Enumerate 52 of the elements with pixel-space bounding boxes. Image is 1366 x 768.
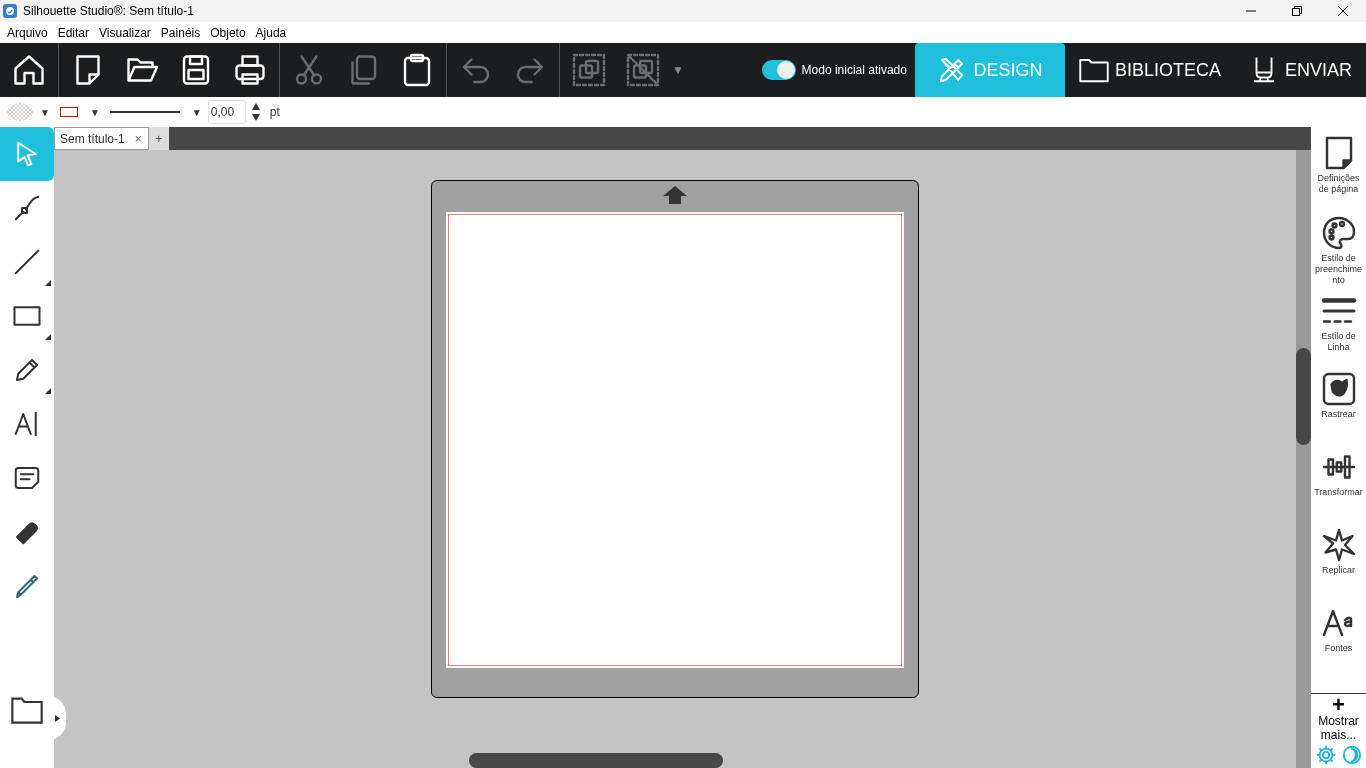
line-width-field[interactable]: 0,00 <box>207 100 246 124</box>
folder-icon[interactable] <box>11 696 43 724</box>
document-tab[interactable]: Sem título-1 × <box>54 127 149 150</box>
line-icon <box>12 247 42 277</box>
submenu-corner-icon <box>45 388 51 394</box>
palette-icon <box>1320 215 1357 251</box>
mode-toggle[interactable] <box>761 60 796 80</box>
toggle-label: Modo inicial ativado <box>801 62 907 79</box>
nav-tab[interactable]: BIBLIOTECA <box>1064 43 1235 97</box>
panel-button[interactable]: Rastrear <box>1311 363 1366 441</box>
spinner-arrows-icon[interactable] <box>251 102 260 122</box>
plus-icon[interactable]: + <box>1332 696 1345 714</box>
node-edit-icon <box>12 193 42 223</box>
close-icon <box>1338 6 1348 16</box>
group-icon <box>571 52 607 88</box>
restore-icon <box>1292 6 1302 16</box>
stroke-color-swatch[interactable] <box>59 107 78 117</box>
show-more-link[interactable]: Mostrar mais... <box>1311 714 1366 742</box>
ungroup-icon <box>625 52 661 88</box>
window-title: Silhouette Studio®: Sem título-1 <box>23 3 194 20</box>
panel-button[interactable]: Replicar <box>1311 519 1366 597</box>
app-logo-icon <box>3 4 17 18</box>
dropdown-arrow[interactable]: ▼ <box>672 61 684 79</box>
nav-tab[interactable]: ENVIAR <box>1234 43 1366 97</box>
menu-item[interactable]: Painéis <box>155 23 206 42</box>
dropdown-arrow[interactable]: ▼ <box>40 104 50 120</box>
horizontal-scrollbar-thumb[interactable] <box>469 753 723 768</box>
vertical-scrollbar-thumb[interactable] <box>1296 348 1311 445</box>
menu-item[interactable]: Editar <box>52 23 95 42</box>
new-tab-button[interactable]: + <box>148 127 169 150</box>
print-icon <box>232 52 268 88</box>
panel-button[interactable]: Definições de página <box>1311 127 1366 207</box>
panel-button[interactable]: Fontes <box>1311 597 1366 675</box>
home-icon <box>11 52 47 88</box>
dropdown-arrow[interactable]: ▼ <box>89 104 100 120</box>
dropdown-arrow[interactable]: ▼ <box>191 104 202 120</box>
menu-item[interactable]: Objeto <box>205 23 251 42</box>
unit-label: pt <box>269 104 280 121</box>
panel-button[interactable]: Estilo de Linha <box>1311 285 1366 363</box>
expand-arrow-icon <box>54 714 60 722</box>
trace-icon <box>1320 371 1357 407</box>
menu-item[interactable]: Visualizar <box>94 23 156 42</box>
menu-item[interactable]: Ajuda <box>250 23 292 42</box>
panel-button[interactable]: Transformar <box>1311 441 1366 519</box>
submenu-corner-icon <box>45 280 51 286</box>
menu-item[interactable]: Arquivo <box>2 23 53 42</box>
star-icon <box>1320 527 1357 563</box>
tab-close-button[interactable]: × <box>134 129 142 148</box>
tab-title: Sem título-1 <box>60 130 125 148</box>
panel-button[interactable]: Estilo de preenchimento <box>1311 207 1366 285</box>
submenu-corner-icon <box>45 334 51 340</box>
feed-direction-icon <box>663 186 687 204</box>
